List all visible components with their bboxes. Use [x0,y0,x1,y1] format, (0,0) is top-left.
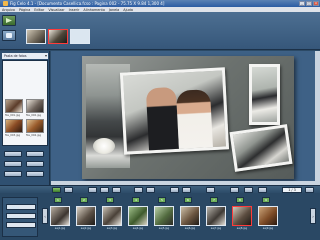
window-controls: _ □ × [299,1,319,6]
filmstrip-photo[interactable] [154,206,174,226]
photo-list[interactable]: file_001.jpg file_002.jpg file_003.jpg f… [2,60,48,146]
filmstrip-option[interactable]: Folder [6,204,36,210]
photo-caption: aaj1.jpg [54,227,66,230]
panel-button[interactable] [26,171,44,177]
page-toolbar [0,12,320,50]
photo-number: 5 [158,197,166,203]
photo-caption: aaj9.jpg [262,227,274,230]
main-photo[interactable] [119,67,230,155]
photo-caption: aaj5.jpg [158,227,170,230]
photo-thumbnail[interactable] [26,119,44,133]
app-icon [3,1,8,6]
photo-caption: file_003.jpg [5,134,21,137]
minimize-button[interactable]: _ [299,1,305,6]
layout-canvas[interactable] [51,51,320,185]
page-view-button[interactable] [2,30,16,41]
filmstrip-photo[interactable] [258,206,278,226]
page-thumbnail[interactable] [26,29,46,44]
side-photo-top[interactable] [249,64,280,125]
photo-browser-panel: Pasta de fotos file_001.jpg file_002.jpg… [0,51,50,185]
bottom-toolbar: 1 / 3 [0,185,320,193]
menu-help[interactable]: Ajuda [123,8,133,12]
photo-caption: file_004.jpg [26,134,42,137]
photo-caption: aaj7.jpg [210,227,222,230]
window-titlebar: Fig Celo 4.1 - [Documento Casellica.fcso… [0,0,320,7]
photo-thumbnail[interactable] [26,99,44,113]
bouquet-detail [93,138,115,154]
page-thumbnails [26,29,90,44]
album-page[interactable] [82,56,294,179]
menu-window[interactable]: Janela [109,8,119,12]
photo-filmstrip: Folder Photos ‹ 1 aaj1.jpg 2 aaj2.jpg 3 … [0,193,320,240]
filmstrip-photo[interactable] [102,206,122,226]
photo-number: 7 [210,197,218,203]
menu-view[interactable]: Visualizar [48,8,64,12]
photo-number: 4 [132,197,140,203]
panel-button[interactable] [4,151,22,157]
photo-caption: aaj3.jpg [106,227,118,230]
menu-align[interactable]: Alinhamento [83,8,105,12]
photo-caption: aaj8.jpg [236,227,248,230]
menu-insert[interactable]: Inserir [69,8,80,12]
maximize-button[interactable]: □ [306,1,312,6]
page-thumbnail-selected[interactable] [48,29,68,44]
photo-caption: file_001.jpg [5,114,21,117]
photo-caption: file_002.jpg [26,114,42,117]
menu-file[interactable]: Arquivo [2,8,15,12]
groom-figure [145,86,180,153]
filmstrip-photo-selected[interactable] [232,206,252,226]
next-page-button[interactable] [2,15,16,26]
close-button[interactable]: × [313,1,319,6]
filmstrip-photo[interactable] [50,206,70,226]
filmstrip-options: Folder Photos [2,197,38,237]
filmstrip-photo[interactable] [76,206,96,226]
page-icon [6,33,12,38]
vertical-scrollbar[interactable] [315,51,320,185]
side-photo-bottom[interactable] [229,124,293,172]
folder-dropdown[interactable]: Pasta de fotos [2,53,48,59]
panel-button[interactable] [4,171,22,177]
photo-caption: aaj6.jpg [184,227,196,230]
filmstrip-photo[interactable] [128,206,148,226]
photo-thumbnail[interactable] [5,99,23,113]
photo-number: 3 [106,197,114,203]
play-icon [6,18,12,23]
photo-number: 8 [236,197,244,203]
filmstrip-photo[interactable] [206,206,226,226]
filmstrip-option[interactable] [6,222,36,228]
menu-page[interactable]: Página [19,8,30,12]
page-thumbnail[interactable] [70,29,90,44]
window-title: Fig Celo 4.1 - [Documento Casellica.fcso… [10,1,165,6]
panel-button[interactable] [4,161,22,167]
chevron-right-icon[interactable]: › [310,208,316,224]
panel-button[interactable] [26,151,44,157]
menu-edit[interactable]: Editar [34,8,44,12]
photo-caption: aaj4.jpg [132,227,144,230]
filmstrip-option[interactable]: Photos [6,213,36,219]
photo-number: 6 [184,197,192,203]
bride-figure [175,89,214,151]
chevron-left-icon[interactable]: ‹ [42,208,48,224]
photo-caption: aaj2.jpg [80,227,92,230]
photo-number: 9 [262,197,270,203]
photo-number: 1 [54,197,62,203]
photo-thumbnail[interactable] [5,119,23,133]
filmstrip-photo[interactable] [180,206,200,226]
photo-number: 2 [80,197,88,203]
panel-button[interactable] [26,161,44,167]
